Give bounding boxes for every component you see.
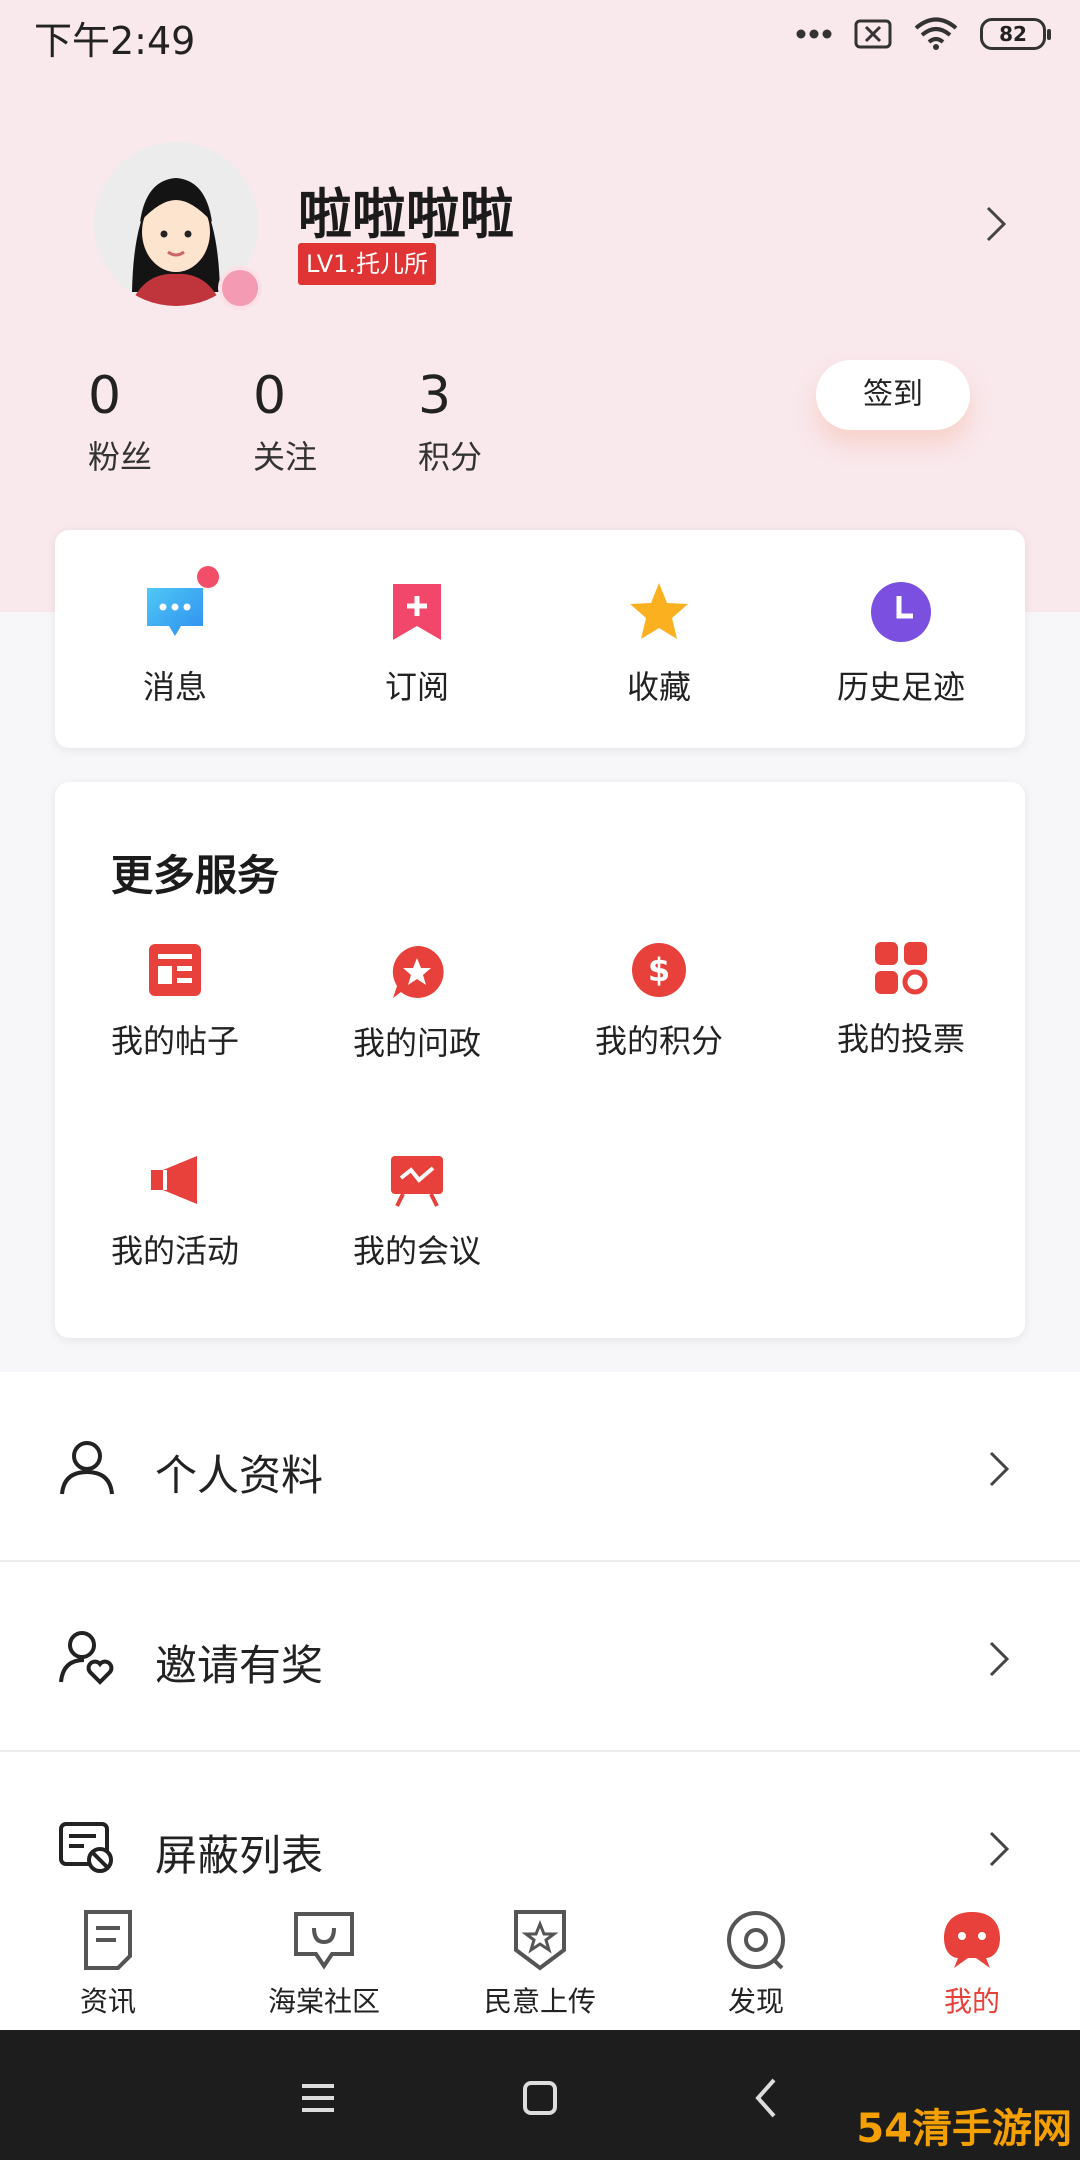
more-services-card: 更多服务 我的帖子 我的问政 $ 我的积分 我的投票 我的活动 我的会议	[55, 782, 1025, 1338]
chevron-right-icon	[989, 1641, 1010, 1677]
status-bar: 下午2:49 82	[0, 0, 1080, 70]
menu-row-invite[interactable]: 邀请有奖	[0, 1562, 1080, 1752]
service-label: 我的活动	[110, 1232, 239, 1270]
tab-label: 我的	[943, 1985, 1000, 2018]
tab-opinion-upload[interactable]: 民意上传	[440, 1908, 640, 2020]
quick-action-label: 历史足迹	[836, 668, 965, 706]
services-title: 更多服务	[111, 851, 280, 900]
service-label: 我的问政	[352, 1024, 481, 1062]
stat-following[interactable]: 0 关注	[253, 366, 317, 478]
service-my-inquiry[interactable]: 我的问政	[317, 944, 517, 1064]
service-my-posts[interactable]: 我的帖子	[75, 942, 275, 1062]
chevron-right-icon[interactable]	[984, 204, 1008, 244]
wifi-icon	[914, 17, 958, 50]
stat-value: 3	[418, 366, 452, 426]
tab-label: 民意上传	[483, 1985, 596, 2018]
tab-mine[interactable]: 我的	[872, 1908, 1072, 2020]
message-icon	[147, 588, 203, 636]
service-label: 我的帖子	[110, 1022, 239, 1060]
more-dots-icon	[796, 29, 832, 39]
stat-label: 积分	[418, 438, 483, 476]
person-icon	[60, 1441, 114, 1495]
quick-action-history[interactable]: 历史足迹	[801, 580, 1001, 708]
menu-row-profile[interactable]: 个人资料	[0, 1372, 1080, 1562]
stat-label: 关注	[253, 438, 318, 476]
meeting-icon	[391, 1156, 443, 1207]
clock-icon	[871, 582, 931, 642]
service-my-meetings[interactable]: 我的会议	[317, 1152, 517, 1272]
upload-icon	[514, 1910, 566, 1971]
posts-icon	[149, 944, 201, 996]
service-my-points[interactable]: $ 我的积分	[559, 942, 759, 1062]
mine-icon	[944, 1912, 1000, 1968]
stat-label: 粉丝	[88, 438, 153, 476]
subscribe-icon	[393, 584, 441, 640]
chevron-right-icon	[989, 1831, 1010, 1867]
back-icon[interactable]	[738, 2068, 798, 2128]
status-icons: 82	[796, 14, 1051, 54]
stat-value: 0	[88, 366, 122, 426]
quick-action-favorites[interactable]: 收藏	[559, 580, 759, 708]
stat-followers[interactable]: 0 粉丝	[88, 366, 152, 478]
quick-action-label: 消息	[142, 668, 207, 706]
female-gender-icon	[218, 266, 262, 310]
invite-icon	[59, 1631, 114, 1685]
quick-action-label: 订阅	[384, 668, 449, 706]
chevron-right-icon	[989, 1451, 1010, 1487]
tab-label: 发现	[727, 1985, 784, 2018]
status-time: 下午2:49	[34, 19, 196, 63]
quick-action-subscribe[interactable]: 订阅	[317, 580, 517, 708]
stat-points[interactable]: 3 积分	[418, 366, 482, 478]
sim-off-icon	[854, 19, 892, 49]
bottom-tab-bar: 资讯 海棠社区 民意上传 发现 我的	[0, 1900, 1080, 2030]
menu-label: 屏蔽列表	[155, 1831, 324, 1880]
tab-news[interactable]: 资讯	[8, 1908, 208, 2020]
unread-badge	[197, 566, 219, 588]
tab-community[interactable]: 海棠社区	[224, 1908, 424, 2020]
tab-discover[interactable]: 发现	[656, 1908, 856, 2020]
avatar[interactable]	[94, 142, 262, 310]
menu-icon[interactable]	[288, 2068, 348, 2128]
community-icon	[294, 1912, 354, 1970]
quick-action-label: 收藏	[626, 668, 691, 706]
menu-label: 邀请有奖	[155, 1641, 324, 1690]
profile-header-background	[0, 0, 1080, 612]
settings-menu: 个人资料 邀请有奖 屏蔽列表	[0, 1372, 1080, 1942]
home-icon[interactable]	[510, 2068, 570, 2128]
block-list-icon	[59, 1822, 113, 1873]
tab-label: 海棠社区	[267, 1985, 380, 2018]
activity-icon	[151, 1156, 197, 1204]
svg-text:$: $	[648, 951, 670, 989]
service-label: 我的投票	[836, 1020, 965, 1058]
service-my-votes[interactable]: 我的投票	[801, 940, 1001, 1060]
service-label: 我的会议	[352, 1232, 481, 1270]
vote-icon	[875, 942, 928, 995]
system-navigation-bar: 54清手游网	[0, 2030, 1080, 2160]
quick-action-messages[interactable]: 消息	[75, 566, 275, 708]
battery-indicator: 82	[980, 18, 1051, 50]
watermark-logo: 54清手游网	[856, 2106, 1072, 2152]
level-badge: LV1.托儿所	[298, 243, 437, 285]
inquiry-icon	[392, 945, 444, 998]
menu-label: 个人资料	[155, 1451, 324, 1500]
news-icon	[84, 1910, 132, 1970]
username[interactable]: 啦啦啦啦	[298, 170, 514, 249]
tab-label: 资讯	[79, 1985, 136, 2018]
quick-actions-card: 消息 订阅 收藏 历史足迹	[55, 530, 1025, 748]
discover-icon	[727, 1911, 785, 1970]
star-icon	[630, 583, 688, 639]
checkin-button[interactable]: 签到	[816, 360, 970, 430]
stat-value: 0	[253, 366, 287, 426]
service-label: 我的积分	[594, 1022, 723, 1060]
points-icon: $	[632, 943, 686, 997]
service-my-activities[interactable]: 我的活动	[75, 1152, 275, 1272]
